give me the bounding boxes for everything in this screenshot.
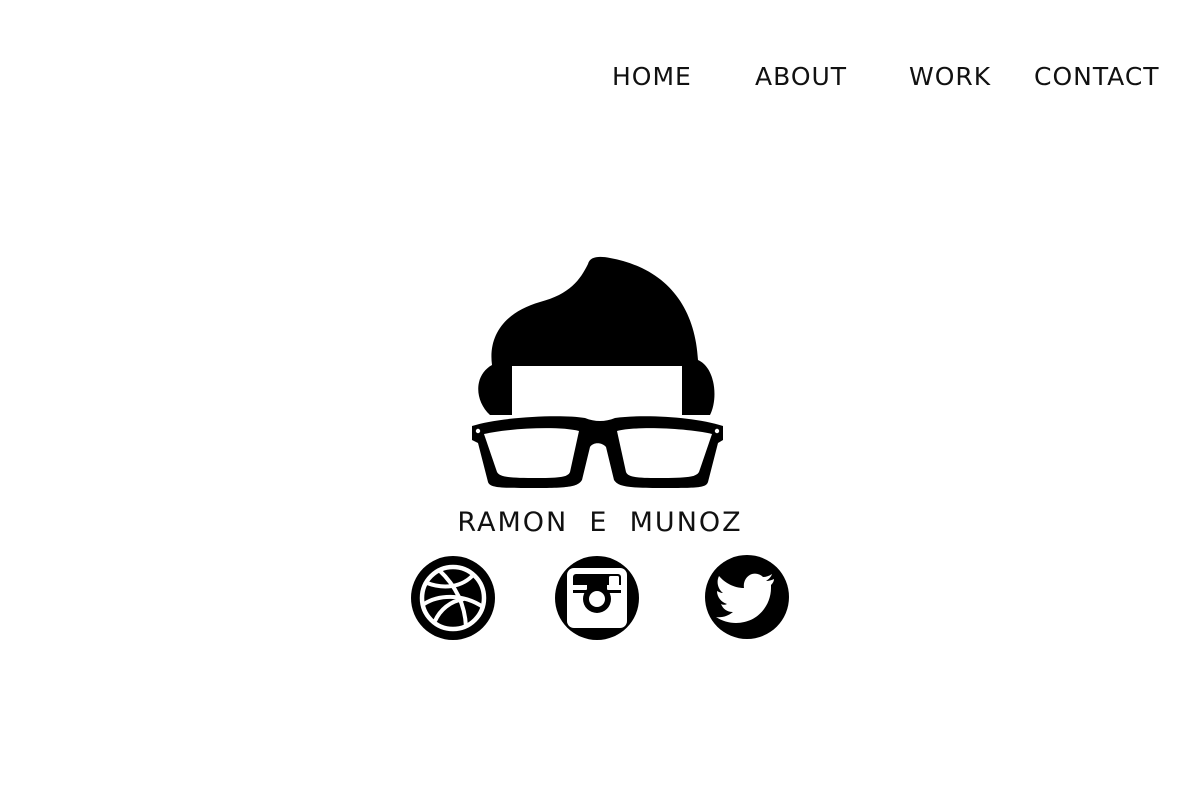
main-nav: HOME ABOUT WORK CONTACT <box>0 62 1200 94</box>
site-owner-name: RAMON E MUNOZ <box>457 507 743 538</box>
dribbble-icon[interactable] <box>410 555 496 641</box>
nav-contact-link[interactable]: CONTACT <box>1034 62 1160 92</box>
instagram-icon[interactable] <box>554 555 640 641</box>
nav-work-link[interactable]: WORK <box>909 62 991 92</box>
nav-about-link[interactable]: ABOUT <box>755 62 847 92</box>
nerd-face-with-glasses-icon <box>460 250 740 495</box>
nav-home-link[interactable]: HOME <box>612 62 692 92</box>
twitter-icon[interactable] <box>704 554 790 640</box>
